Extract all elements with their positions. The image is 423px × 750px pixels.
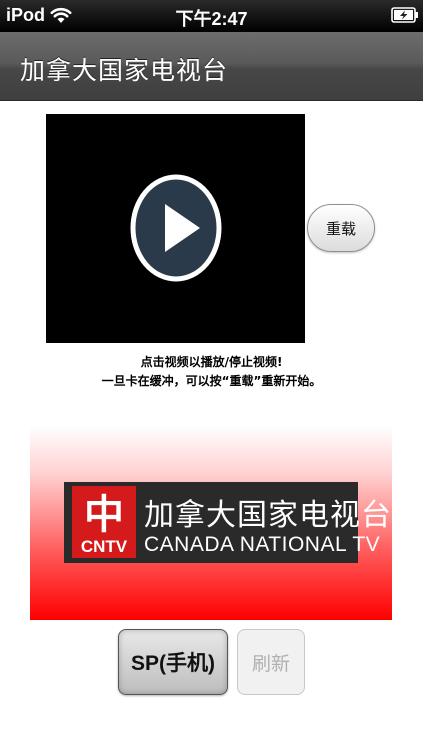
page-title: 加拿大国家电视台 [20, 56, 229, 85]
status-bar: iPod 下午2:47 [0, 0, 423, 32]
cntv-banner[interactable]: 中 CNTV 加拿大国家电视台 CANADA NATIONAL TV [30, 426, 392, 620]
title-bar: 加拿大国家电视台 [0, 32, 423, 101]
play-icon[interactable] [130, 174, 222, 282]
battery-charging-icon [391, 7, 418, 23]
reload-button[interactable]: 重载 [307, 204, 375, 252]
seal-logo-icon: 中 CNTV [72, 486, 136, 558]
hint-text-reload: 一旦卡在缓冲，可以按“重载”重新开始。 [101, 374, 322, 388]
sp-mobile-button[interactable]: SP(手机) [118, 629, 228, 695]
video-player[interactable] [46, 114, 305, 343]
status-time: 下午2:47 [175, 9, 248, 29]
logo-english-name: CANADA NATIONAL TV [144, 533, 381, 556]
hint-text-play: 点击视频以播放/停止视频! [140, 355, 283, 369]
seal-cntv-text: CNTV [81, 537, 128, 556]
refresh-button[interactable]: 刷新 [237, 629, 305, 695]
cntv-logo: 中 CNTV 加拿大国家电视台 CANADA NATIONAL TV [64, 482, 391, 563]
seal-character: 中 [84, 492, 124, 538]
logo-chinese-name: 加拿大国家电视台 [144, 498, 392, 533]
